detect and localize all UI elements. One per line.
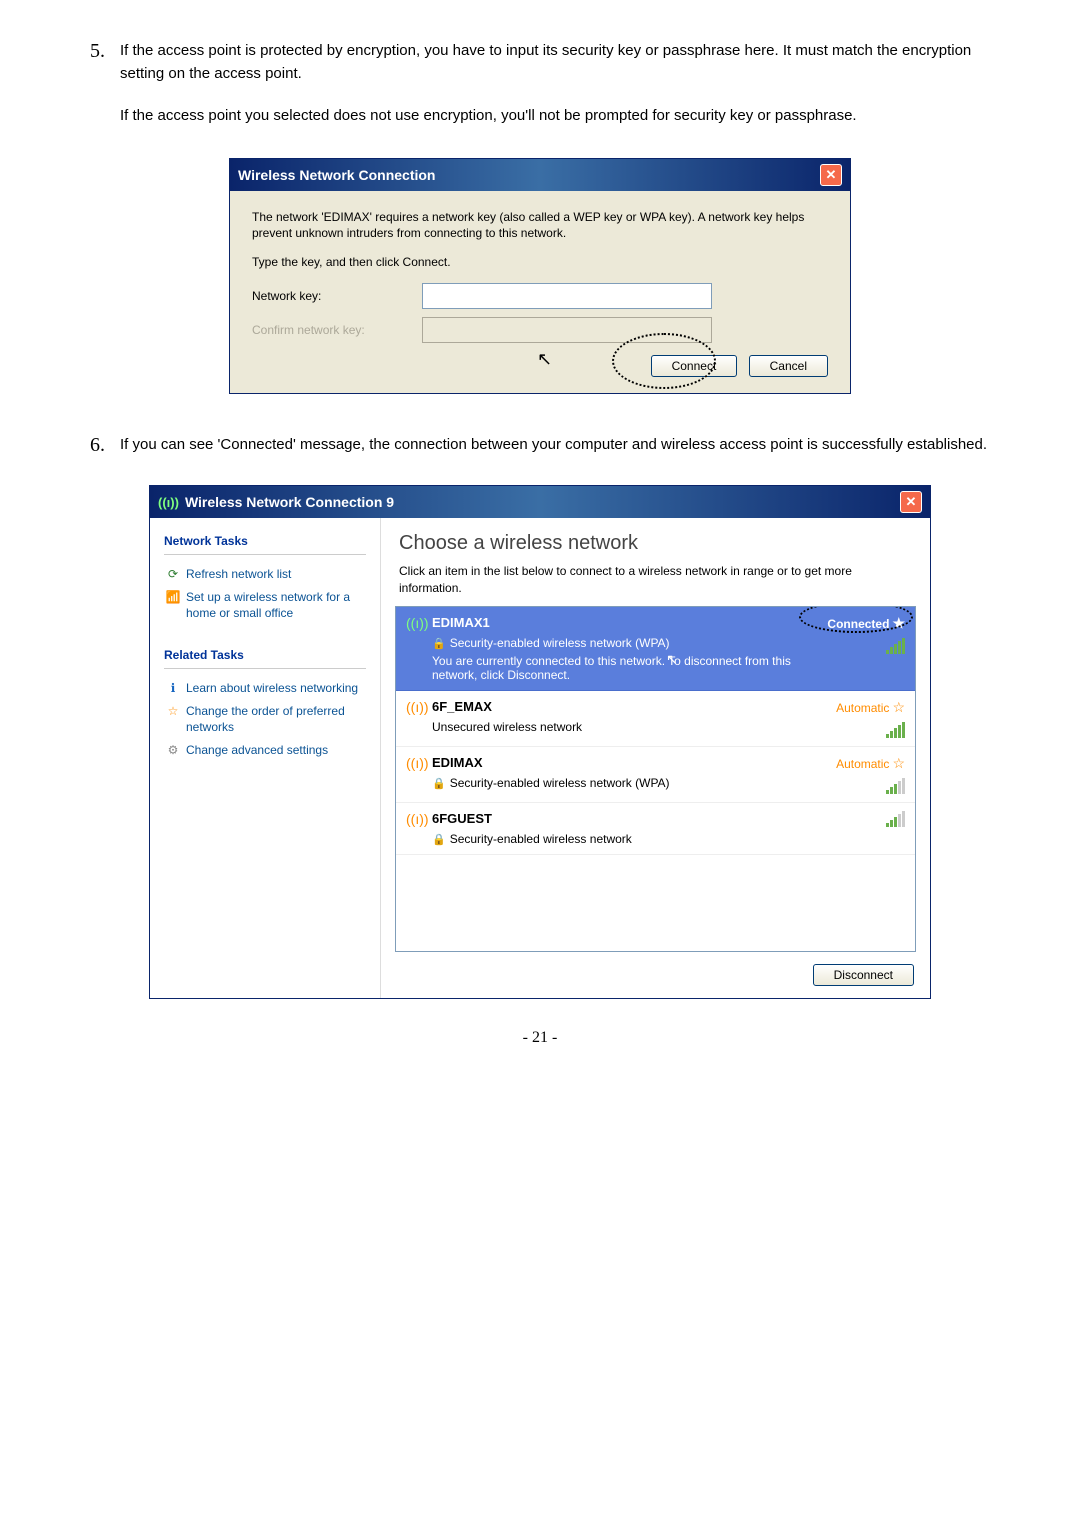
signal-bars bbox=[886, 811, 905, 827]
refresh-icon: ⟳ bbox=[164, 567, 182, 581]
confirm-key-input bbox=[422, 317, 712, 343]
dialog1-desc: The network 'EDIMAX' requires a network … bbox=[252, 209, 828, 243]
gear-icon: ⚙ bbox=[164, 743, 182, 757]
signal-bars bbox=[886, 778, 905, 794]
lock-icon: 🔒 bbox=[432, 777, 446, 790]
disconnect-button[interactable]: Disconnect bbox=[813, 964, 914, 986]
choose-network-header: Choose a wireless network bbox=[381, 518, 930, 563]
lock-icon: 🔒 bbox=[432, 637, 446, 650]
info-icon: ℹ bbox=[164, 681, 182, 695]
star-icon: ☆ bbox=[164, 704, 182, 718]
cursor-icon: ↖ bbox=[537, 349, 552, 370]
signal-icon: ((ı)) bbox=[406, 811, 432, 846]
learn-task[interactable]: ℹ Learn about wireless networking bbox=[150, 677, 380, 701]
signal-bars bbox=[886, 638, 905, 654]
step-6-number: 6. bbox=[90, 434, 105, 456]
star-icon: ☆ bbox=[892, 755, 905, 772]
network-tasks-title: Network Tasks bbox=[150, 530, 380, 554]
step-5-text: If the access point is protected by encr… bbox=[120, 40, 990, 85]
signal-icon: ((ı)) bbox=[406, 755, 432, 794]
network-key-dialog: Wireless Network Connection ✕ The networ… bbox=[229, 158, 851, 394]
connect-button[interactable]: Connect bbox=[651, 355, 738, 377]
star-icon: ★ bbox=[892, 615, 905, 632]
tasks-sidebar: Network Tasks ⟳ Refresh network list 📶 S… bbox=[150, 518, 380, 998]
network-key-label: Network key: bbox=[252, 289, 422, 303]
advanced-task[interactable]: ⚙ Change advanced settings bbox=[150, 739, 380, 763]
wireless-list-dialog: ((ı)) Wireless Network Connection 9 ✕ Net… bbox=[149, 485, 931, 999]
signal-icon: ((ı)) bbox=[406, 699, 432, 738]
antenna-icon: ((ı)) bbox=[158, 495, 179, 510]
confirm-key-label: Confirm network key: bbox=[252, 323, 422, 337]
dialog1-instruction: Type the key, and then click Connect. bbox=[252, 254, 828, 271]
page-number: - 21 - bbox=[90, 1029, 990, 1047]
network-item[interactable]: ((ı)) 6F_EMAX Unsecured wireless network… bbox=[396, 691, 915, 747]
network-item[interactable]: ((ı)) 6FGUEST 🔒Security-enabled wireless… bbox=[396, 803, 915, 855]
step-6-text: If you can see 'Connected' message, the … bbox=[120, 434, 990, 457]
lock-icon: 🔒 bbox=[432, 833, 446, 846]
dialog2-title: Wireless Network Connection 9 bbox=[185, 494, 394, 510]
reorder-task[interactable]: ☆ Change the order of preferred networks bbox=[150, 700, 380, 739]
related-tasks-title: Related Tasks bbox=[150, 644, 380, 668]
network-item[interactable]: ((ı)) EDIMAX 🔒Security-enabled wireless … bbox=[396, 747, 915, 803]
refresh-task[interactable]: ⟳ Refresh network list bbox=[150, 563, 380, 587]
dialog1-title: Wireless Network Connection bbox=[238, 167, 435, 183]
signal-icon: ((ı)) bbox=[406, 615, 432, 682]
close-icon[interactable]: ✕ bbox=[820, 164, 842, 186]
choose-network-desc: Click an item in the list below to conne… bbox=[381, 563, 930, 607]
step-5-number: 5. bbox=[90, 40, 105, 62]
close-icon[interactable]: ✕ bbox=[900, 491, 922, 513]
setup-icon: 📶 bbox=[164, 590, 182, 604]
star-icon: ☆ bbox=[892, 699, 905, 716]
signal-bars bbox=[886, 722, 905, 738]
network-list: ((ı)) EDIMAX1 🔒Security-enabled wireless… bbox=[395, 606, 916, 951]
setup-task[interactable]: 📶 Set up a wireless network for a home o… bbox=[150, 586, 380, 625]
network-key-input[interactable] bbox=[422, 283, 712, 309]
cancel-button[interactable]: Cancel bbox=[749, 355, 828, 377]
step-5-subtext: If the access point you selected does no… bbox=[120, 105, 990, 128]
network-item-connected[interactable]: ((ı)) EDIMAX1 🔒Security-enabled wireless… bbox=[396, 607, 915, 691]
